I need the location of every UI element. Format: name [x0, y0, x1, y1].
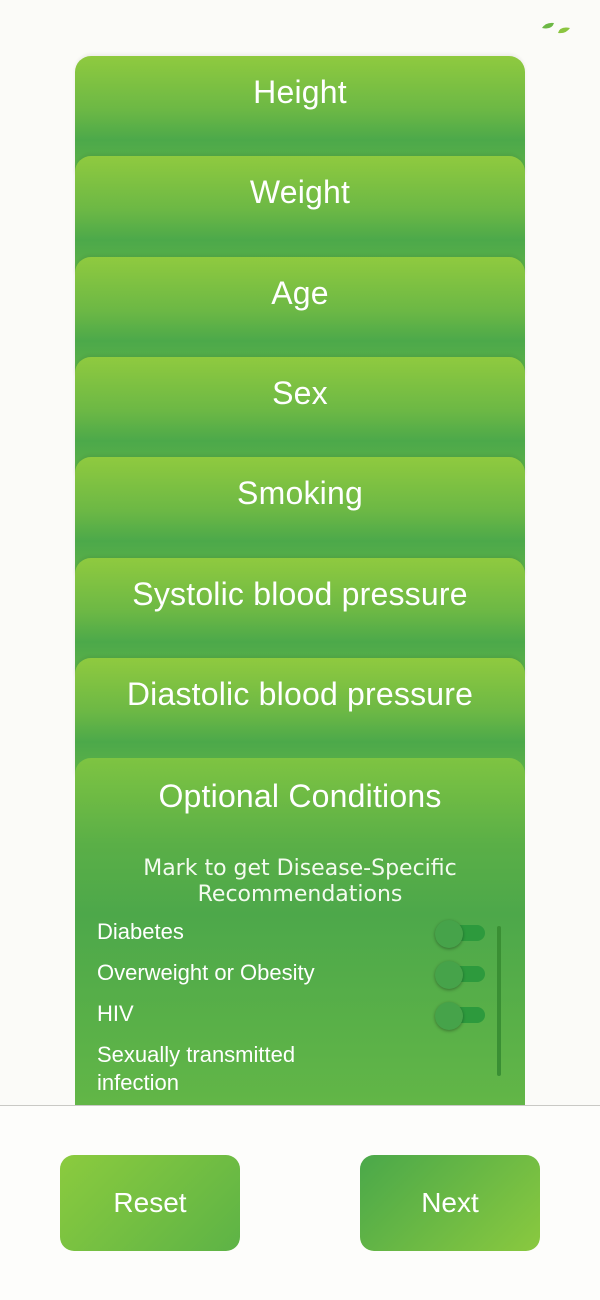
- toggle-knob: [435, 961, 463, 989]
- card-title: Sex: [272, 375, 328, 411]
- toggle-knob: [435, 920, 463, 948]
- reset-button[interactable]: Reset: [60, 1155, 240, 1251]
- hiv-toggle[interactable]: [435, 1002, 485, 1030]
- condition-row-sti[interactable]: Sexually transmitted infection: [97, 1041, 337, 1101]
- card-title: Diastolic blood pressure: [126, 676, 474, 712]
- conditions-scrollbar[interactable]: [497, 926, 501, 1076]
- condition-row-diabetes[interactable]: Diabetes: [97, 918, 485, 959]
- leaf-logo-icon: [542, 22, 570, 34]
- condition-row-hiv[interactable]: HIV: [97, 1000, 485, 1041]
- optional-conditions-subtitle: Mark to get Disease-Specific Recommendat…: [143, 856, 457, 907]
- next-button[interactable]: Next: [360, 1155, 540, 1251]
- condition-row-overweight[interactable]: Overweight or Obesity: [97, 959, 485, 1000]
- card-title: Age: [271, 275, 329, 311]
- condition-label: HIV: [97, 1001, 134, 1026]
- optional-conditions-card: Optional Conditions Mark to get Disease-…: [75, 758, 525, 1105]
- condition-label: Sexually transmitted infection: [97, 1042, 296, 1095]
- card-title: Height: [253, 74, 347, 110]
- toggle-knob: [435, 1002, 463, 1030]
- diabetes-toggle[interactable]: [435, 920, 485, 948]
- condition-label: Diabetes: [97, 919, 184, 944]
- conditions-list: Diabetes Overweight or Obesity HIV Sexua…: [97, 918, 485, 1101]
- overweight-toggle[interactable]: [435, 961, 485, 989]
- card-title: Weight: [249, 174, 351, 210]
- card-title: Smoking: [237, 475, 363, 511]
- condition-label: Overweight or Obesity: [97, 960, 315, 985]
- card-title: Systolic blood pressure: [132, 576, 468, 612]
- optional-conditions-title: Optional Conditions: [158, 778, 442, 814]
